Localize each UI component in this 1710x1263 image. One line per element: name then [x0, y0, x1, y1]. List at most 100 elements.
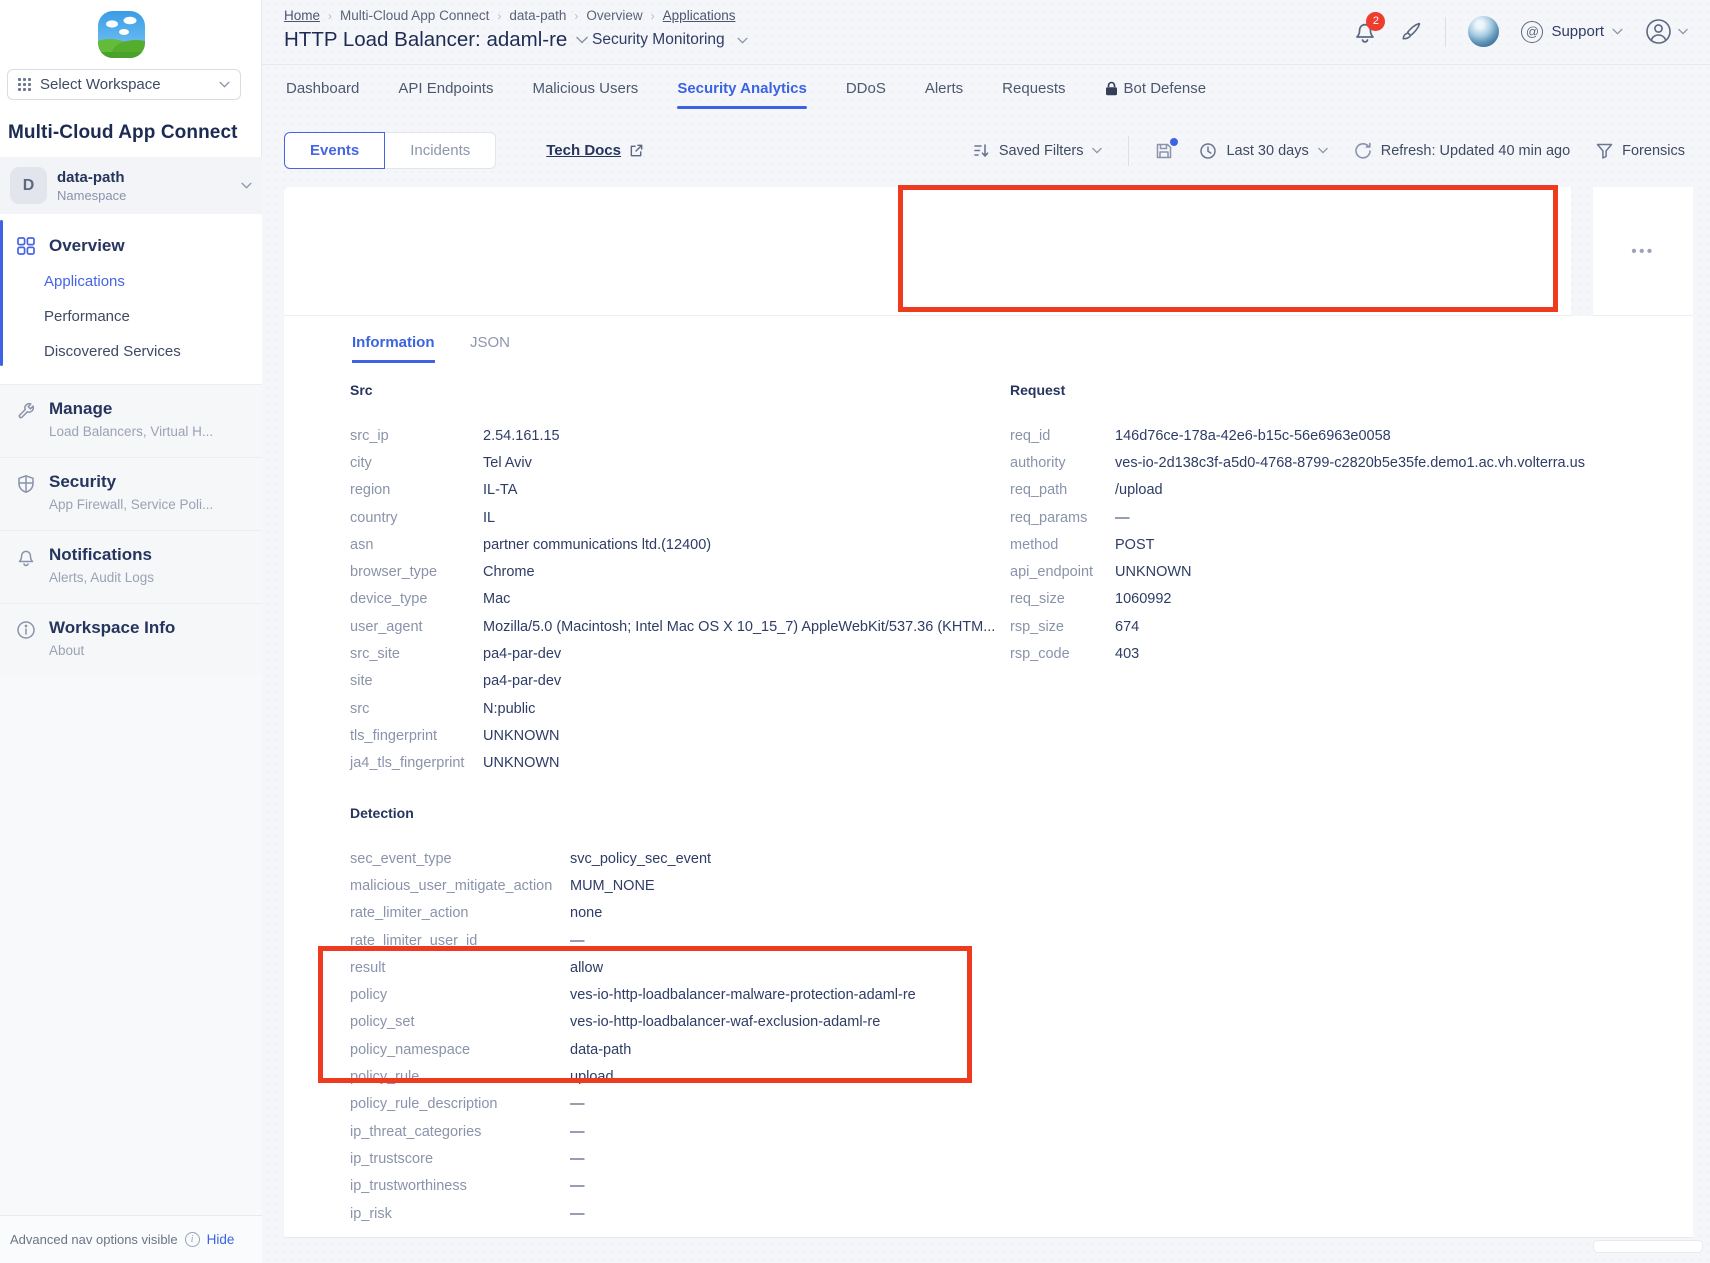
tab-ddos[interactable]: DDoS — [846, 80, 886, 109]
workspace-selector-label: Select Workspace — [40, 76, 161, 93]
section-title: Request — [1010, 382, 1670, 398]
tab-security-analytics[interactable]: Security Analytics — [677, 80, 807, 109]
notification-badge: 2 — [1366, 12, 1385, 31]
filter-lines-icon — [973, 143, 990, 158]
detail-row-ja4_tls_fingerprint: ja4_tls_fingerprintUNKNOWN — [350, 750, 980, 777]
tab-api-endpoints[interactable]: API Endpoints — [398, 80, 493, 109]
sidebar-item-overview[interactable]: Overview — [0, 214, 262, 256]
app-logo — [98, 11, 145, 58]
sidebar-item-overview-label: Overview — [49, 236, 125, 256]
saved-filters-dropdown[interactable]: Saved Filters — [973, 143, 1103, 159]
lock-icon — [1105, 81, 1118, 96]
detail-row-region: regionIL-TA — [350, 477, 980, 504]
overview-grid-icon — [16, 236, 36, 256]
detail-section-request: Requestreq_id146d76ce-178a-42e6-b15c-56e… — [1010, 382, 1670, 668]
unsaved-indicator-dot — [1170, 138, 1178, 146]
support-icon: @ — [1521, 21, 1543, 43]
chevron-down-icon — [1318, 147, 1328, 154]
events-tab-button[interactable]: Events — [284, 132, 385, 169]
detail-row-city: cityTel Aviv — [350, 449, 980, 476]
forensics-button[interactable]: Forensics — [1596, 143, 1685, 159]
shield-icon — [16, 474, 36, 530]
detail-row-req_path: req_path/upload — [1010, 477, 1670, 504]
event-row-actions: ••• — [1593, 187, 1693, 316]
tab-alerts[interactable]: Alerts — [925, 80, 963, 109]
workspace-title: Multi-Cloud App Connect — [8, 122, 238, 144]
detail-row-api_endpoint: api_endpointUNKNOWN — [1010, 558, 1670, 585]
detail-row-asn: asnpartner communications ltd.(12400) — [350, 531, 980, 558]
tab-malicious-users[interactable]: Malicious Users — [532, 80, 638, 109]
notifications-bell-icon[interactable]: 2 — [1353, 19, 1377, 45]
clock-icon — [1199, 142, 1217, 160]
breadcrumb-item[interactable]: Applications — [663, 8, 736, 23]
sidebar-item-discovered-services[interactable]: Discovered Services — [0, 334, 262, 369]
save-filter-button[interactable] — [1155, 142, 1173, 160]
active-section-indicator — [0, 220, 3, 366]
avatar[interactable] — [1468, 16, 1499, 47]
chevron-down-icon — [737, 37, 748, 44]
hide-advanced-nav-link[interactable]: Hide — [207, 1232, 235, 1247]
sidebar-item-manage[interactable]: ManageLoad Balancers, Virtual H... — [0, 384, 262, 457]
info-icon — [16, 620, 36, 676]
chevron-down-icon — [241, 182, 252, 189]
time-range-dropdown[interactable]: Last 30 days — [1199, 142, 1327, 160]
detail-row-policy: policyves-io-http-loadbalancer-malware-p… — [350, 981, 1050, 1008]
funnel-icon — [1596, 143, 1613, 159]
breadcrumb-item[interactable]: Home — [284, 8, 320, 23]
event-table-row[interactable]: 23 Dec 04:33:07 IL,Tel Aviv 2.54.161.15 … — [284, 187, 1571, 316]
chevron-down-icon — [1092, 147, 1102, 154]
horizontal-scrollbar[interactable] — [1593, 1240, 1703, 1253]
breadcrumb-separator: › — [328, 9, 332, 23]
security-monitoring-dropdown[interactable]: Security Monitoring — [592, 31, 748, 49]
detail-row-ip_trustworthiness: ip_trustworthiness— — [350, 1173, 1050, 1200]
detail-row-src_ip: src_ip2.54.161.15 — [350, 422, 980, 449]
theme-brush-icon[interactable] — [1399, 20, 1423, 44]
detail-row-policy_rule_description: policy_rule_description— — [350, 1091, 1050, 1118]
user-icon — [1645, 18, 1672, 45]
account-menu[interactable] — [1645, 18, 1688, 45]
breadcrumb-separator: › — [651, 9, 655, 23]
support-menu[interactable]: @ Support — [1521, 21, 1623, 43]
sidebar-overview-block: Overview ApplicationsPerformanceDiscover… — [0, 214, 262, 384]
detail-row-ip_trustscore: ip_trustscore— — [350, 1145, 1050, 1172]
detail-row-policy_rule: policy_ruleupload — [350, 1063, 1050, 1090]
sidebar-item-applications[interactable]: Applications — [0, 264, 262, 299]
namespace-name: data-path — [57, 169, 241, 186]
detail-row-src: srcN:public — [350, 695, 980, 722]
tab-requests[interactable]: Requests — [1002, 80, 1065, 109]
page-title: HTTP Load Balancer: adaml-re — [284, 28, 567, 52]
tab-json[interactable]: JSON — [470, 334, 510, 351]
refresh-button[interactable]: Refresh: Updated 40 min ago — [1354, 142, 1570, 160]
sidebar-item-security[interactable]: SecurityApp Firewall, Service Poli... — [0, 457, 262, 530]
detail-section-detection: Detectionsec_event_typesvc_policy_sec_ev… — [350, 805, 1050, 1227]
namespace-selector[interactable]: D data-path Namespace — [0, 157, 262, 214]
load-balancer-dropdown[interactable] — [576, 36, 588, 44]
detail-row-src_site: src_sitepa4-par-dev — [350, 640, 980, 667]
detail-row-rsp_size: rsp_size674 — [1010, 613, 1670, 640]
sidebar-item-workspace-info[interactable]: Workspace InfoAbout — [0, 603, 262, 676]
detail-row-policy_namespace: policy_namespacedata-path — [350, 1036, 1050, 1063]
tab-information[interactable]: Information — [352, 334, 435, 363]
tab-dashboard[interactable]: Dashboard — [286, 80, 359, 109]
sidebar-item-performance[interactable]: Performance — [0, 299, 262, 334]
row-menu-ellipsis-icon[interactable]: ••• — [1631, 243, 1654, 260]
external-link-icon — [629, 143, 644, 158]
sidebar-item-notifications[interactable]: NotificationsAlerts, Audit Logs — [0, 530, 262, 603]
breadcrumb: Home›Multi-Cloud App Connect›data-path›O… — [284, 8, 735, 23]
chevron-down-icon — [1678, 28, 1688, 35]
advanced-nav-label: Advanced nav options visible — [10, 1232, 178, 1247]
tech-docs-link[interactable]: Tech Docs — [546, 142, 644, 159]
detail-row-rate_limiter_action: rate_limiter_actionnone — [350, 900, 1050, 927]
info-icon: i — [185, 1232, 200, 1247]
refresh-icon — [1354, 142, 1372, 160]
section-title: Src — [350, 382, 980, 398]
tab-bot-defense[interactable]: Bot Defense — [1105, 80, 1207, 109]
incidents-tab-button[interactable]: Incidents — [385, 132, 496, 169]
detail-row-user_agent: user_agentMozilla/5.0 (Macintosh; Intel … — [350, 613, 980, 640]
detail-row-method: methodPOST — [1010, 531, 1670, 558]
detail-row-country: countryIL — [350, 504, 980, 531]
detail-row-malicious_user_mitigate_action: malicious_user_mitigate_actionMUM_NONE — [350, 872, 1050, 899]
grid-icon — [18, 78, 31, 91]
workspace-selector[interactable]: Select Workspace — [7, 69, 241, 100]
detail-row-policy_set: policy_setves-io-http-loadbalancer-waf-e… — [350, 1009, 1050, 1036]
